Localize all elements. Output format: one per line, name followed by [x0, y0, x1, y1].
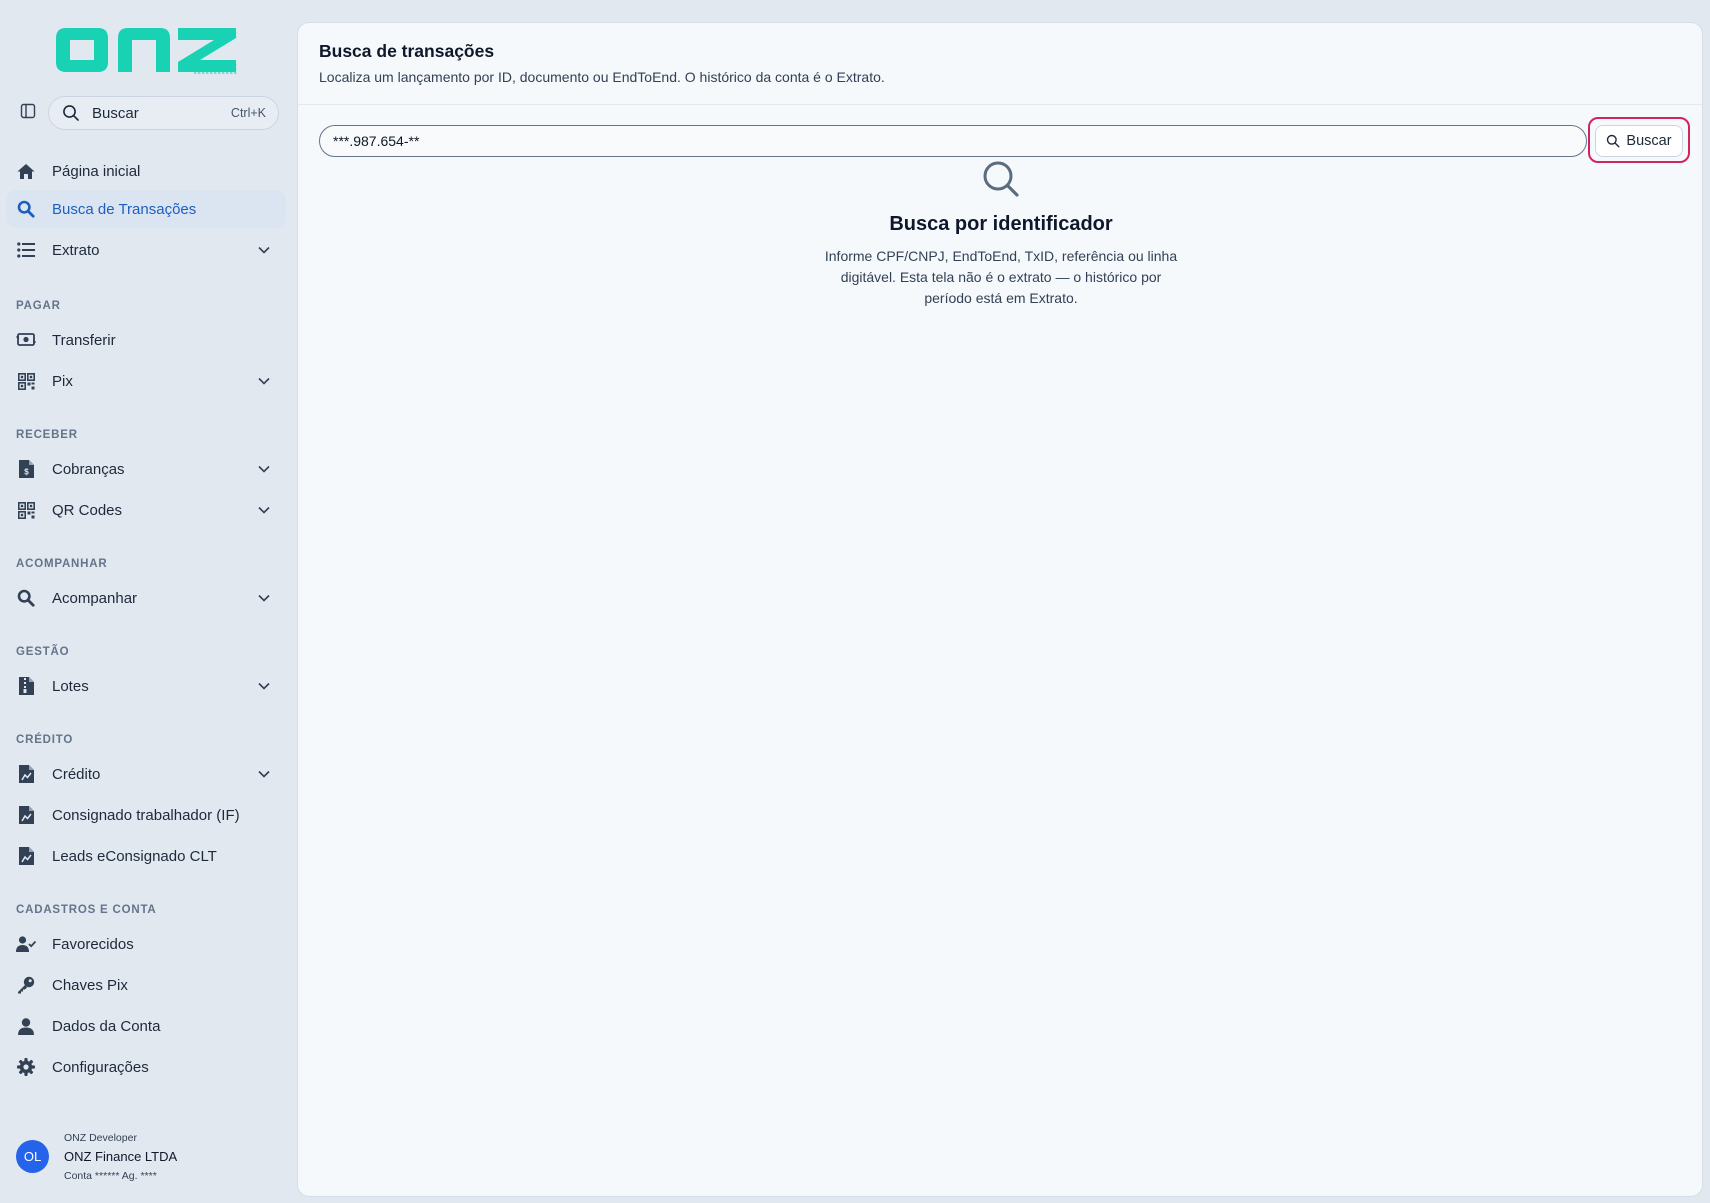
sidebar-item-label: Dados da Conta	[52, 1017, 161, 1035]
user-role: ONZ Developer	[64, 1132, 137, 1144]
sidebar-search-label: Buscar	[92, 104, 139, 122]
sidebar-item-configuracoes[interactable]: Configurações	[6, 1048, 286, 1086]
chevron-down-icon	[256, 502, 272, 518]
sidebar-item-label: Chaves Pix	[52, 976, 128, 994]
sidebar-item-favorecidos[interactable]: Favorecidos	[6, 925, 286, 963]
keyboard-shortcut-hint: Ctrl+K	[230, 106, 266, 120]
page-subtitle: Localiza um lançamento por ID, documento…	[319, 69, 885, 85]
onz-logo[interactable]	[54, 16, 238, 80]
sidebar-item-transferir[interactable]: Transferir	[6, 321, 286, 359]
sidebar-item-label: Cobranças	[52, 460, 125, 478]
search-icon	[298, 159, 1704, 199]
sidebar-panel-icon	[20, 103, 36, 124]
section-label-acompanhar: ACOMPANHAR	[16, 558, 108, 570]
sidebar: Buscar Ctrl+K Página inicial Busca de Tr…	[0, 0, 297, 1203]
list-icon	[16, 240, 36, 260]
sidebar-item-label: Pix	[52, 372, 73, 390]
gear-icon	[16, 1057, 36, 1077]
chevron-down-icon	[256, 242, 272, 258]
sidebar-item-dados-da-conta[interactable]: Dados da Conta	[6, 1007, 286, 1045]
sidebar-item-label: Configurações	[52, 1058, 149, 1076]
sidebar-item-leads-econsignado-clt[interactable]: Leads eConsignado CLT	[6, 837, 286, 875]
section-label-pagar: PAGAR	[16, 300, 61, 312]
sidebar-item-busca-de-transacoes[interactable]: Busca de Transações	[6, 190, 286, 228]
app-window: Buscar Ctrl+K Página inicial Busca de Tr…	[0, 0, 1710, 1203]
user-icon	[16, 1016, 36, 1036]
sidebar-item-label: Consignado trabalhador (IF)	[52, 806, 240, 824]
sidebar-item-qr-codes[interactable]: QR Codes	[6, 491, 286, 529]
user-company: ONZ Finance LTDA	[64, 1149, 178, 1164]
search-icon	[16, 588, 36, 608]
user-account-menu[interactable]: OL ONZ Developer ONZ Finance LTDA Conta …	[16, 1130, 286, 1186]
file-zip-icon	[16, 676, 36, 696]
chevron-down-icon	[256, 461, 272, 477]
sidebar-item-acompanhar[interactable]: Acompanhar	[6, 579, 286, 617]
section-label-receber: RECEBER	[16, 429, 78, 441]
search-icon	[1606, 134, 1620, 148]
sidebar-item-pagina-inicial[interactable]: Página inicial	[6, 152, 286, 190]
sidebar-item-pix[interactable]: Pix	[6, 362, 286, 400]
page-header: Busca de transações Localiza um lançamen…	[298, 23, 1702, 105]
section-label-credito: CRÉDITO	[16, 734, 74, 746]
empty-state-title: Busca por identificador	[889, 213, 1113, 235]
main-panel: Busca de transações Localiza um lançamen…	[297, 22, 1703, 1197]
search-button-label: Buscar	[1626, 133, 1672, 149]
sidebar-item-chaves-pix[interactable]: Chaves Pix	[6, 966, 286, 1004]
sidebar-item-label: Favorecidos	[52, 935, 134, 953]
transaction-search-input[interactable]	[319, 125, 1587, 157]
sidebar-toggle-button[interactable]	[17, 102, 39, 124]
user-check-icon	[16, 934, 36, 954]
section-label-gestao: GESTÃO	[16, 646, 70, 658]
sidebar-item-credito[interactable]: Crédito	[6, 755, 286, 793]
chevron-down-icon	[256, 766, 272, 782]
sidebar-item-lotes[interactable]: Lotes	[6, 667, 286, 705]
sidebar-item-label: QR Codes	[52, 501, 123, 519]
search-button[interactable]: Buscar	[1595, 125, 1683, 157]
sidebar-item-label: Transferir	[52, 331, 116, 349]
chevron-down-icon	[256, 678, 272, 694]
document-chart-icon	[16, 764, 36, 784]
sidebar-item-cobrancas[interactable]: $ Cobranças	[6, 450, 286, 488]
money-transfer-icon	[16, 330, 36, 350]
sidebar-item-label: Acompanhar	[52, 589, 138, 607]
sidebar-item-label: Lotes	[52, 677, 89, 695]
svg-text:$: $	[24, 468, 29, 477]
chevron-down-icon	[256, 373, 272, 389]
key-icon	[16, 975, 36, 995]
home-icon	[16, 161, 36, 181]
sidebar-search-box[interactable]: Buscar Ctrl+K	[48, 96, 279, 130]
sidebar-item-label: Página inicial	[52, 162, 141, 180]
avatar: OL	[16, 1140, 49, 1173]
chevron-down-icon	[256, 590, 272, 606]
invoice-icon: $	[16, 459, 36, 479]
document-chart-icon	[16, 805, 36, 825]
sidebar-item-label: Extrato	[52, 241, 100, 259]
user-account-number: Conta ****** Ag. ****	[64, 1170, 157, 1182]
page-title: Busca de transações	[319, 41, 495, 61]
section-label-cadastros-e-conta: CADASTROS E CONTA	[16, 904, 157, 916]
empty-state: Busca por identificador Informe CPF/CNPJ…	[298, 159, 1704, 309]
sidebar-item-extrato[interactable]: Extrato	[6, 231, 286, 269]
search-icon	[62, 104, 80, 122]
qr-grid-icon	[16, 371, 36, 391]
sidebar-item-consignado-trabalhador[interactable]: Consignado trabalhador (IF)	[6, 796, 286, 834]
sidebar-item-label: Crédito	[52, 765, 101, 783]
sidebar-item-label: Busca de Transações	[52, 200, 197, 218]
search-icon	[16, 199, 36, 219]
document-chart-icon	[16, 846, 36, 866]
empty-state-description: Informe CPF/CNPJ, EndToEnd, TxID, referê…	[824, 248, 1178, 306]
sidebar-item-label: Leads eConsignado CLT	[52, 847, 217, 865]
qr-grid-icon	[16, 500, 36, 520]
